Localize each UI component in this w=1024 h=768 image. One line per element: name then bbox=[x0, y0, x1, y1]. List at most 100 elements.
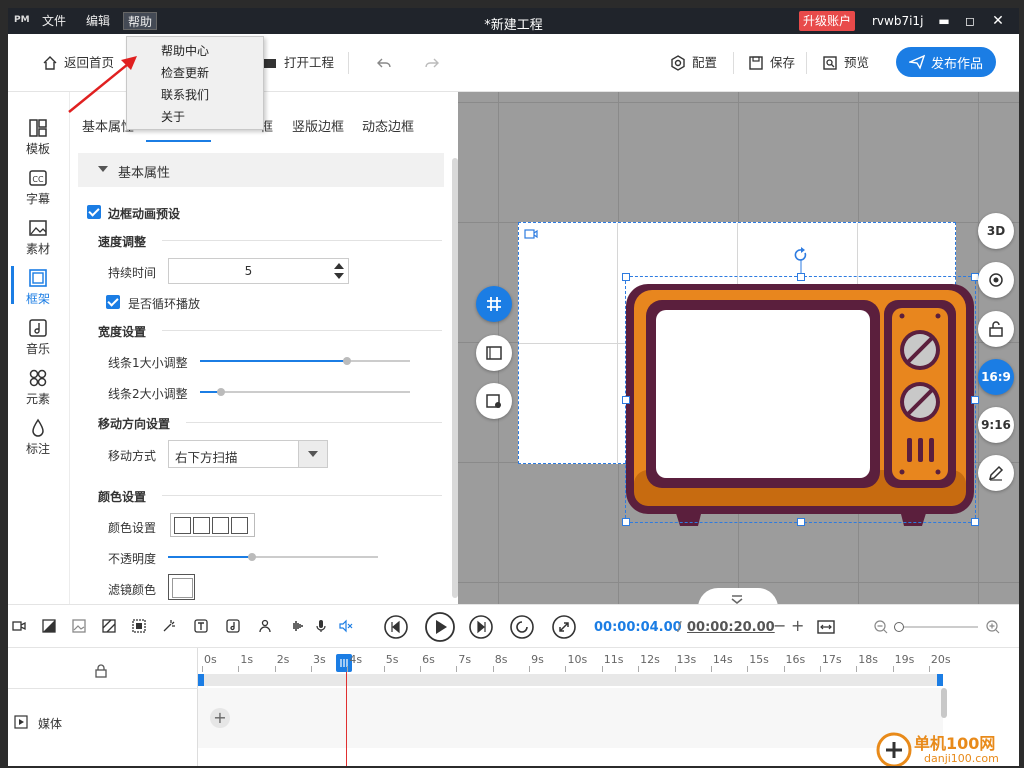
undo-button[interactable] bbox=[376, 53, 392, 73]
publish-button[interactable]: 发布作品 bbox=[896, 47, 996, 77]
play-icon[interactable] bbox=[424, 611, 456, 643]
menu-item-check-update[interactable]: 检查更新 bbox=[161, 64, 209, 81]
stepper-up-icon[interactable] bbox=[334, 263, 344, 269]
music-track-icon[interactable] bbox=[226, 619, 240, 633]
tab-dynamic-border[interactable]: 动态边框 bbox=[362, 116, 414, 135]
color-swatch[interactable] bbox=[231, 517, 248, 534]
color-swatch[interactable] bbox=[193, 517, 210, 534]
slider-knob[interactable] bbox=[217, 388, 225, 396]
frame-view-button[interactable] bbox=[476, 335, 512, 371]
slider-knob[interactable] bbox=[894, 622, 904, 632]
loop-checkbox[interactable] bbox=[106, 295, 120, 309]
replay-icon[interactable] bbox=[509, 614, 535, 640]
fullscreen-icon[interactable] bbox=[551, 614, 577, 640]
mosaic-icon[interactable] bbox=[132, 619, 146, 633]
stepper-down-icon[interactable] bbox=[334, 273, 344, 279]
microphone-icon[interactable] bbox=[314, 619, 328, 633]
rotate-handle-icon[interactable] bbox=[793, 247, 809, 273]
menu-item-contact-us[interactable]: 联系我们 bbox=[161, 86, 209, 103]
username-label[interactable]: rvwb7i1j bbox=[872, 14, 923, 28]
menu-help[interactable]: 帮助 bbox=[123, 12, 158, 30]
resize-handle[interactable] bbox=[622, 518, 630, 526]
ratio-9-16-button[interactable]: 9:16 bbox=[978, 407, 1014, 443]
menu-file[interactable]: 文件 bbox=[38, 12, 70, 30]
range-start-handle[interactable] bbox=[198, 674, 204, 686]
duration-stepper[interactable]: 5 bbox=[168, 258, 349, 284]
close-icon[interactable]: ✕ bbox=[988, 12, 1008, 30]
add-media-button[interactable]: + bbox=[210, 708, 230, 728]
opacity-slider[interactable] bbox=[168, 553, 378, 561]
menu-item-about[interactable]: 关于 bbox=[161, 108, 185, 125]
frame-settings-button[interactable] bbox=[476, 383, 512, 419]
sidebar-item-element[interactable]: 元素 bbox=[8, 362, 68, 408]
text-track-icon[interactable] bbox=[194, 619, 208, 633]
grid-toggle-button[interactable] bbox=[476, 286, 512, 322]
sidebar-item-frame[interactable]: 框架 bbox=[8, 262, 68, 308]
zoom-out-icon[interactable] bbox=[874, 620, 888, 634]
magic-icon[interactable] bbox=[162, 619, 176, 633]
zoom-slider[interactable] bbox=[894, 622, 978, 632]
basic-properties-header[interactable]: 基本属性 bbox=[78, 153, 444, 187]
slider-knob[interactable] bbox=[248, 553, 256, 561]
selection-box[interactable] bbox=[622, 247, 979, 526]
sidebar-item-subtitle[interactable]: CC 字幕 bbox=[8, 162, 68, 208]
menu-edit[interactable]: 编辑 bbox=[82, 12, 114, 30]
upgrade-button[interactable]: 升级账户 bbox=[799, 11, 856, 31]
save-button[interactable]: 保存 bbox=[748, 53, 795, 73]
filter-icon[interactable] bbox=[102, 619, 116, 633]
prev-frame-icon[interactable] bbox=[383, 614, 409, 640]
line1-slider[interactable] bbox=[200, 357, 410, 365]
sidebar-item-music[interactable]: 音乐 bbox=[8, 312, 68, 358]
preview-button[interactable]: 预览 bbox=[822, 53, 869, 73]
lock-button[interactable] bbox=[978, 311, 1014, 347]
resize-handle[interactable] bbox=[622, 273, 630, 281]
minus-icon[interactable]: − bbox=[773, 616, 786, 635]
resize-handle[interactable] bbox=[797, 518, 805, 526]
rotate-button[interactable] bbox=[978, 262, 1014, 298]
open-project-button[interactable]: 打开工程 bbox=[262, 53, 334, 73]
tab-vertical-border[interactable]: 竖版边框 bbox=[292, 116, 344, 135]
resize-handle[interactable] bbox=[622, 396, 630, 404]
3d-button[interactable]: 3D bbox=[978, 213, 1014, 249]
redo-button[interactable] bbox=[424, 53, 440, 73]
color-swatch[interactable] bbox=[212, 517, 229, 534]
chevron-down-icon[interactable] bbox=[298, 441, 327, 467]
filter-color-swatch[interactable] bbox=[168, 574, 195, 600]
minimize-icon[interactable]: ▬ bbox=[934, 12, 954, 30]
timeline-ruler[interactable]: 0s 1s 2s 3s 4s 5s 6s 7s 8s 9s 10s 11s 12s 13s 14s 15s 16… bbox=[198, 648, 951, 688]
next-frame-icon[interactable] bbox=[468, 614, 494, 640]
line2-slider[interactable] bbox=[200, 388, 410, 396]
voice-icon[interactable] bbox=[290, 619, 304, 633]
overlay-icon[interactable] bbox=[42, 619, 56, 633]
plus-icon[interactable]: + bbox=[791, 616, 804, 635]
zoom-in-icon[interactable] bbox=[986, 620, 1000, 634]
ratio-16-9-button[interactable]: 16:9 bbox=[978, 359, 1014, 395]
video-track-icon[interactable] bbox=[12, 619, 26, 633]
resize-handle[interactable] bbox=[971, 518, 979, 526]
mute-icon[interactable] bbox=[339, 619, 353, 633]
sidebar-item-material[interactable]: 素材 bbox=[8, 212, 68, 258]
resize-handle[interactable] bbox=[797, 273, 805, 281]
fit-width-icon[interactable] bbox=[817, 620, 835, 634]
media-track[interactable]: + bbox=[198, 688, 947, 748]
border-anim-preset-checkbox[interactable] bbox=[87, 205, 101, 219]
slider-knob[interactable] bbox=[343, 357, 351, 365]
collapse-canvas-tab[interactable] bbox=[698, 588, 778, 604]
lock-icon[interactable] bbox=[94, 664, 108, 678]
config-button[interactable]: 配置 bbox=[670, 53, 717, 73]
person-icon[interactable] bbox=[258, 619, 272, 633]
sidebar-item-annotation[interactable]: 标注 bbox=[8, 412, 68, 458]
track-scrollbar[interactable] bbox=[941, 688, 947, 718]
maximize-icon[interactable]: ◻ bbox=[960, 12, 980, 30]
color-swatch[interactable] bbox=[174, 517, 191, 534]
menu-item-help-center[interactable]: 帮助中心 bbox=[161, 42, 209, 59]
help-dropdown-menu: 帮助中心 检查更新 联系我们 关于 bbox=[126, 36, 264, 130]
image-track-icon[interactable] bbox=[72, 619, 86, 633]
ruler-tick-label: 7s bbox=[458, 653, 472, 666]
move-mode-select[interactable]: 右下方扫描 bbox=[168, 440, 328, 468]
sidebar-item-template[interactable]: 模板 bbox=[8, 112, 68, 158]
edit-button[interactable] bbox=[978, 455, 1014, 491]
range-end-handle[interactable] bbox=[937, 674, 943, 686]
resize-handle[interactable] bbox=[971, 396, 979, 404]
timeline-range-bar[interactable] bbox=[198, 674, 943, 686]
